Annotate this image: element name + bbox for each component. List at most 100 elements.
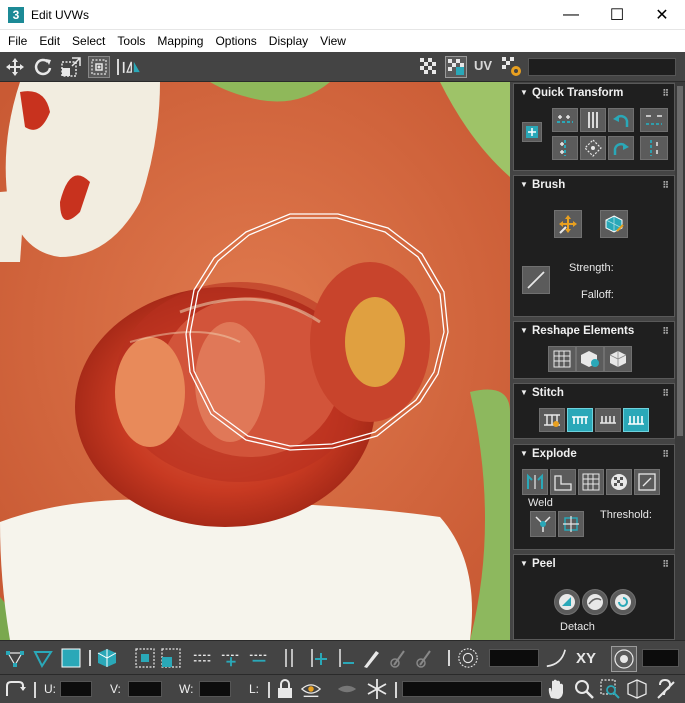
reset-peel-icon[interactable] (610, 589, 636, 615)
rotate-ccw-icon[interactable] (608, 108, 634, 132)
loop-select-icon[interactable] (192, 647, 214, 669)
menu-view[interactable]: View (314, 30, 352, 52)
align-vertical-icon[interactable] (580, 108, 606, 132)
hide-icon[interactable] (300, 678, 322, 700)
menu-select[interactable]: Select (66, 30, 111, 52)
strength-label: Strength: (569, 262, 614, 274)
zoom-region-icon[interactable] (599, 678, 621, 700)
relax-brush-icon[interactable] (600, 210, 628, 238)
mode-icon[interactable] (4, 678, 26, 700)
rotate-cw-icon[interactable] (608, 136, 634, 160)
scrollbar-thumb[interactable] (677, 86, 683, 436)
freeze-icon[interactable] (366, 678, 388, 700)
paint-shrink-icon[interactable] (414, 647, 436, 669)
u-field[interactable] (60, 681, 92, 697)
align-horizontal-icon[interactable] (552, 108, 578, 132)
paint-select-icon[interactable] (360, 647, 382, 669)
straighten-icon[interactable] (548, 346, 576, 372)
stitch-custom-icon[interactable] (539, 408, 565, 432)
edge-distance-value[interactable] (642, 649, 679, 667)
rollout-scrollbar[interactable] (675, 82, 685, 640)
rollout-header[interactable]: ▼ Quick Transform ⠿ (514, 84, 674, 102)
loop-grow-icon[interactable] (220, 647, 242, 669)
peel-mode-icon[interactable] (582, 589, 608, 615)
pan-hand-icon[interactable] (545, 678, 567, 700)
weld-label: Weld (528, 497, 553, 509)
vertex-select-icon[interactable] (4, 647, 26, 669)
weld-target-icon[interactable] (558, 511, 584, 537)
checker-icon[interactable] (418, 56, 440, 78)
grow-selection-icon[interactable] (134, 647, 156, 669)
top-toolbar: UV (0, 52, 685, 82)
soft-selection-value[interactable] (489, 649, 539, 667)
selection-set-field[interactable] (402, 681, 542, 697)
close-button[interactable]: ✕ (639, 0, 685, 30)
flip-horizontal-icon[interactable] (640, 108, 668, 132)
stitch-to-source-icon[interactable] (623, 408, 649, 432)
move-icon[interactable] (4, 56, 26, 78)
menu-file[interactable]: File (2, 30, 33, 52)
scale-icon[interactable] (60, 56, 82, 78)
loop-shrink-icon[interactable] (248, 647, 270, 669)
falloff-label: Falloff: (581, 289, 614, 301)
diamond-pattern-icon[interactable] (580, 136, 606, 160)
flip-vertical-icon[interactable] (640, 136, 668, 160)
zoom-icon[interactable] (573, 678, 595, 700)
lock-icon[interactable] (274, 678, 296, 700)
show-map-icon[interactable] (445, 56, 467, 78)
menu-options[interactable]: Options (209, 30, 262, 52)
menu-display[interactable]: Display (263, 30, 314, 52)
v-field[interactable] (128, 681, 162, 697)
rollout-header[interactable]: ▼ Stitch ⠿ (514, 384, 674, 402)
weld-selected-icon[interactable] (530, 511, 556, 537)
explode-frame-icon[interactable] (634, 469, 660, 495)
paint-grow-icon[interactable] (388, 647, 410, 669)
freeform-icon[interactable] (88, 56, 110, 78)
soft-selection-icon[interactable] (457, 647, 479, 669)
ring-grow-icon[interactable] (306, 647, 328, 669)
zoom-extents-icon[interactable] (626, 678, 648, 700)
space-vertical-icon[interactable] (552, 136, 578, 160)
rollout-header[interactable]: ▼ Explode ⠿ (514, 445, 674, 463)
bottom-toolbar: XY (0, 640, 685, 674)
explode-checker-icon[interactable] (606, 469, 632, 495)
menu-mapping[interactable]: Mapping (151, 30, 209, 52)
uv-editor-viewport[interactable] (0, 82, 510, 640)
edge-select-icon[interactable] (32, 647, 54, 669)
uv-space-label[interactable]: UV (474, 58, 492, 73)
xy-toggle[interactable]: XY (573, 647, 599, 669)
maximize-button[interactable]: ☐ (594, 0, 640, 30)
rollout-header[interactable]: ▼ Brush ⠿ (514, 176, 674, 194)
minimize-button[interactable]: — (548, 0, 594, 30)
explode-grid-icon[interactable] (578, 469, 604, 495)
ring-select-icon[interactable] (278, 647, 300, 669)
rollout-header[interactable]: ▼ Reshape Elements ⠿ (514, 322, 674, 340)
w-field[interactable] (199, 681, 231, 697)
falloff-type-icon[interactable] (545, 647, 567, 669)
relax-icon[interactable] (576, 346, 604, 372)
ring-shrink-icon[interactable] (334, 647, 356, 669)
break-icon[interactable] (522, 469, 548, 495)
edge-distance-icon[interactable] (611, 646, 637, 672)
set-pivot-button[interactable] (522, 122, 542, 142)
face-select-icon[interactable] (60, 647, 82, 669)
quick-peel-icon[interactable] (554, 589, 580, 615)
menu-tools[interactable]: Tools (111, 30, 151, 52)
menu-edit[interactable]: Edit (33, 30, 66, 52)
help-icon[interactable] (654, 678, 676, 700)
unhide-icon[interactable] (336, 678, 358, 700)
paint-move-brush-icon[interactable] (554, 210, 582, 238)
stitch-cube-icon[interactable] (604, 346, 632, 372)
rotate-icon[interactable] (32, 56, 54, 78)
separator (34, 682, 36, 698)
element-select-icon[interactable] (96, 647, 118, 669)
texture-dropdown[interactable] (528, 58, 676, 76)
stitch-average-icon[interactable] (595, 408, 621, 432)
stitch-to-target-icon[interactable] (567, 408, 593, 432)
shrink-selection-icon[interactable] (160, 647, 182, 669)
explode-by-smoothing-icon[interactable] (550, 469, 576, 495)
mirror-icon[interactable] (122, 56, 144, 78)
rollout-header[interactable]: ▼ Peel ⠿ (514, 555, 674, 573)
falloff-curve-icon[interactable] (522, 266, 550, 294)
settings-icon[interactable] (501, 56, 523, 78)
